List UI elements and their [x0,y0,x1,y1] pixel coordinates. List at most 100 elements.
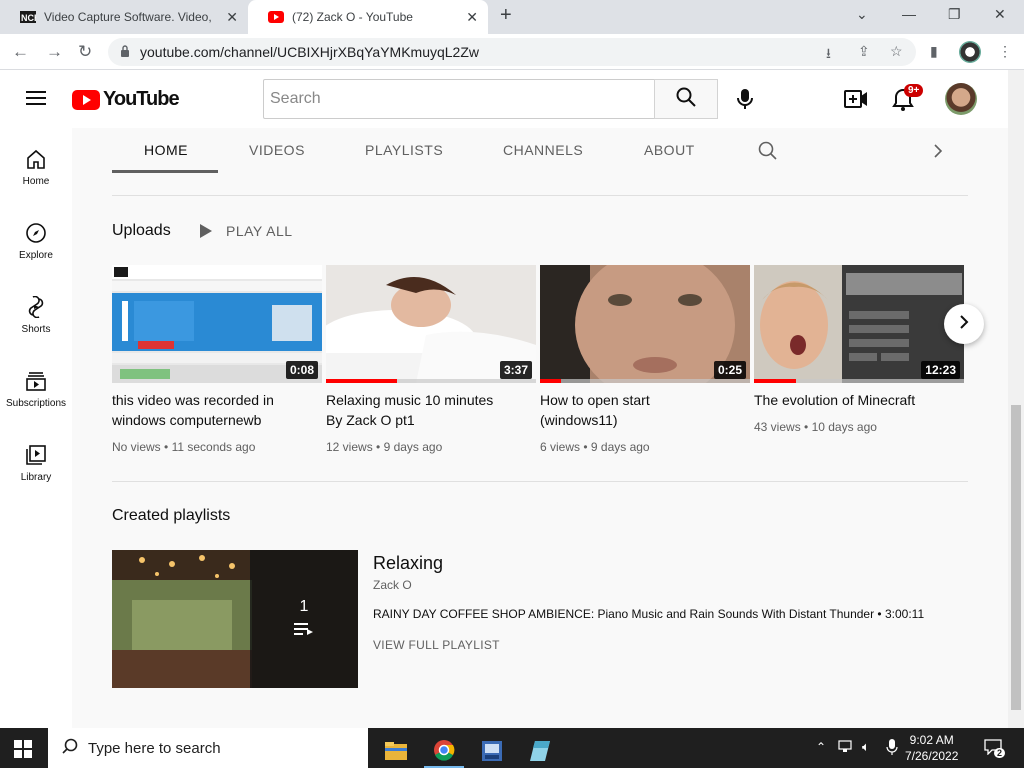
video-duration: 3:37 [499,361,532,379]
video-capture-app-icon[interactable] [472,734,512,768]
tab-channels[interactable]: CHANNELS [503,142,583,158]
playlist-queue-icon [294,622,314,641]
browser-tab-nch[interactable]: NCH Video Capture Software. Video, V ✕ [0,0,248,34]
tab-videos[interactable]: VIDEOS [249,142,305,158]
watched-progress-bar [540,379,561,383]
install-icon[interactable]: ⭳ [826,43,831,67]
chevron-right-icon[interactable] [932,142,944,165]
search-icon [676,87,696,112]
tab-playlists[interactable]: PLAYLISTS [365,142,443,158]
address-bar[interactable]: youtube.com/channel/UCBIXHjrXBqYaYMKmuyq… [108,38,916,66]
svg-text:NCH: NCH [21,13,36,23]
taskbar-clock[interactable]: 9:02 AM 7/26/2022 [905,732,958,764]
video-title-line: The evolution of Minecraft [754,392,916,408]
play-all-icon[interactable] [198,222,214,245]
video-meta: 6 views • 9 days ago [540,440,650,454]
view-count: 43 views [754,420,801,434]
first-video-title: RAINY DAY COFFEE SHOP AMBIENCE: Piano Mu… [373,607,875,621]
upload-age: 9 days ago [383,440,443,454]
guide-item-explore[interactable]: Explore [0,222,72,261]
back-icon[interactable]: ← [12,42,29,62]
video-thumbnail[interactable]: 12:23 [754,265,964,383]
chrome-icon[interactable] [424,734,464,768]
guide-item-label: Subscriptions [5,398,67,409]
tray-chevron-up-icon[interactable]: ⌃ [816,740,826,754]
video-meta: 43 views • 10 days ago [754,420,877,434]
left-guide: Home Explore Shorts Subscriptions Librar… [0,128,72,728]
menu-dots-icon[interactable]: ⋮ [998,43,1012,60]
view-count: 6 views [540,440,581,454]
video-duration: 0:25 [713,361,746,379]
playlists-title: Created playlists [112,507,231,524]
guide-item-home[interactable]: Home [0,148,72,187]
video-thumbnail[interactable]: 0:08 [112,265,322,383]
volume-icon[interactable]: 🔈︎ [862,739,870,755]
microphone-tray-icon[interactable] [886,739,898,760]
video-title[interactable]: Relaxing music 10 minutes By Zack O pt1 [326,390,526,430]
minimize-icon[interactable]: — [902,6,916,22]
network-icon[interactable] [838,740,854,759]
playlist-thumbnail[interactable]: 1 [112,550,358,688]
close-tab-icon[interactable]: ✕ [466,9,478,26]
file-explorer-icon[interactable] [376,734,416,768]
video-title[interactable]: this video was recorded in windows compu… [112,390,312,430]
guide-item-library[interactable]: Library [0,444,72,483]
library-icon [0,444,72,466]
tab-home[interactable]: HOME [144,142,188,158]
view-full-playlist-link[interactable]: VIEW FULL PLAYLIST [373,638,500,652]
video-title-line: (windows11) [540,412,618,428]
video-duration: 0:08 [285,361,318,379]
profile-avatar[interactable] [959,41,981,63]
notification-count-badge: 9+ [904,84,924,97]
playlist-first-video[interactable]: RAINY DAY COFFEE SHOP AMBIENCE: Piano Mu… [373,607,924,621]
video-title[interactable]: How to open start (windows11) [540,390,740,430]
windows-start-icon[interactable] [14,740,32,763]
reload-icon[interactable]: ↻ [78,42,92,62]
taskbar-search-box[interactable]: Type here to search [48,728,368,768]
uploads-title[interactable]: Uploads [112,222,171,240]
new-tab-button[interactable]: + [500,4,512,27]
microphone-icon[interactable] [734,88,756,115]
search-input[interactable]: Search [263,79,655,119]
restore-icon[interactable]: ❐ [948,6,961,23]
notification-count-badge: 2 [994,748,1006,758]
guide-item-subscriptions[interactable]: Subscriptions [0,370,72,409]
youtube-icon [268,9,284,25]
playlist-video-count: 1 [299,597,309,615]
video-thumbnail[interactable]: 3:37 [326,265,536,383]
browser-tab-youtube[interactable]: (72) Zack O - YouTube ✕ [248,0,488,34]
play-all-button[interactable]: PLAY ALL [226,223,293,239]
close-window-icon[interactable]: ✕ [994,6,1006,23]
clock-time: 9:02 AM [909,733,954,747]
forward-icon[interactable]: → [46,42,63,62]
active-tab-indicator [112,170,218,173]
nch-icon: NCH [20,9,36,25]
upload-age: 9 days ago [590,440,650,454]
shelf-next-button[interactable] [944,304,984,344]
scrollbar-thumb[interactable] [1011,405,1021,710]
tab-search-chevron-icon[interactable]: ⌄ [856,6,868,23]
guide-item-shorts[interactable]: Shorts [0,296,72,335]
playlist-owner[interactable]: Zack O [373,578,412,592]
tab-about[interactable]: ABOUT [644,142,695,158]
playlist-name[interactable]: Relaxing [373,553,443,574]
video-title[interactable]: The evolution of Minecraft [754,390,954,410]
section-divider [112,195,968,196]
bookmark-star-icon[interactable]: ☆ [890,43,903,60]
side-panel-icon[interactable]: ▮ [930,43,938,60]
close-tab-icon[interactable]: ✕ [226,9,238,26]
video-thumbnail[interactable]: 0:25 [540,265,750,383]
search-button[interactable] [654,79,718,119]
youtube-logo[interactable]: YouTube [72,88,180,111]
video-meta: 12 views • 9 days ago [326,440,443,454]
taskbar-search-placeholder: Type here to search [88,739,221,757]
notepad-app-icon[interactable] [520,734,560,768]
hamburger-menu-icon[interactable] [26,90,46,111]
chevron-right-icon [958,314,970,335]
share-icon[interactable]: ⇪ [858,43,870,60]
section-divider [112,481,968,482]
guide-item-label: Explore [19,250,53,261]
create-video-icon[interactable] [844,88,868,115]
channel-search-icon[interactable] [758,141,778,166]
account-avatar[interactable] [945,83,977,115]
